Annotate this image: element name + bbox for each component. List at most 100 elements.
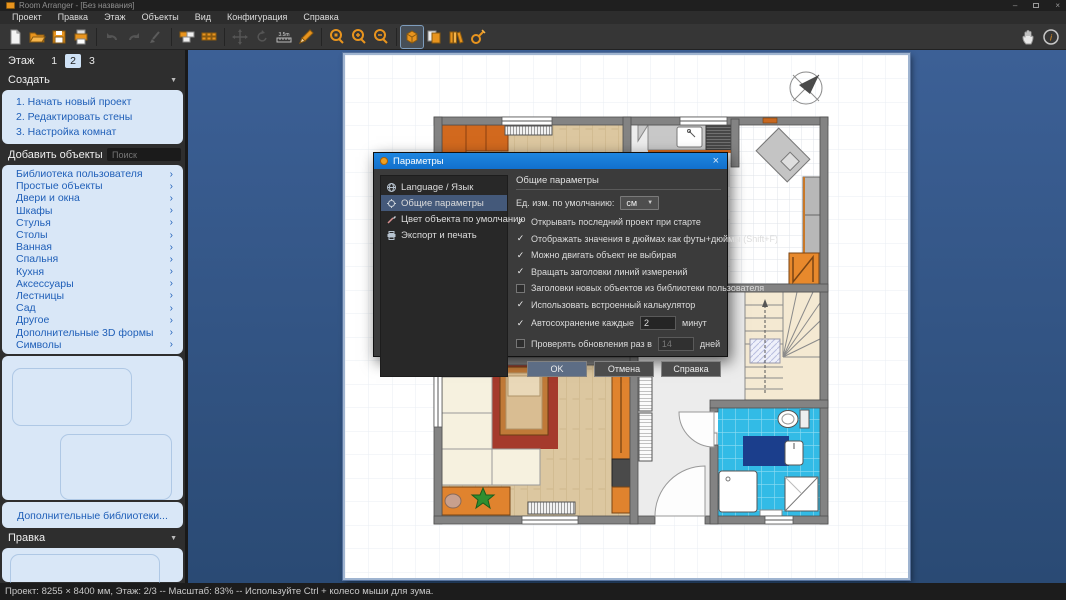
edit-panel (2, 548, 183, 582)
checkbox[interactable]: ✓ (516, 300, 525, 309)
floor-tab[interactable]: 3 (84, 54, 100, 68)
add-objects-header: Добавить объекты (0, 145, 185, 164)
tools-button[interactable] (467, 26, 489, 48)
category-label: Простые объекты (16, 180, 103, 192)
units-label: Ед. изм. по умолчанию: (516, 198, 614, 208)
print-button[interactable] (70, 26, 92, 48)
create-section-header[interactable]: Создать ▼ (0, 71, 185, 89)
dialog-title-bar[interactable]: Параметры × (374, 153, 727, 169)
nav-item-general[interactable]: Общие параметры (381, 195, 507, 211)
zoom-in-button[interactable] (348, 26, 370, 48)
create-step-link[interactable]: 3. Настройка комнат (2, 124, 183, 139)
object-library-button[interactable] (445, 26, 467, 48)
chevron-right-icon: › (170, 242, 173, 253)
measure-button[interactable]: 3.5m (273, 26, 295, 48)
close-icon[interactable]: × (1055, 2, 1060, 10)
category-item[interactable]: Столы › (2, 229, 183, 241)
category-item[interactable]: Дополнительные 3D формы › (2, 326, 183, 338)
zoom-window-button[interactable] (326, 26, 348, 48)
menu-item[interactable]: Объекты (134, 11, 187, 24)
info-icon[interactable]: i (1040, 26, 1062, 48)
open-project-button[interactable] (26, 26, 48, 48)
edit-walls-button[interactable] (176, 26, 198, 48)
cancel-button[interactable]: Отмена (594, 361, 654, 377)
option-row[interactable]: ✓ Можно двигать объект не выбирая (516, 250, 721, 260)
collapse-icon[interactable]: ▼ (170, 535, 177, 542)
floor-tab[interactable]: 2 (65, 54, 81, 68)
category-item[interactable]: Библиотека пользователя › (2, 168, 183, 180)
edit-section-header[interactable]: Правка ▼ (0, 529, 185, 547)
category-item[interactable]: Стулья › (2, 217, 183, 229)
orange-cabinet (789, 253, 819, 286)
checkbox[interactable]: ✓ (516, 251, 525, 260)
category-item[interactable]: Ванная › (2, 241, 183, 253)
help-button[interactable]: Справка (661, 361, 721, 377)
preferences-dialog: Параметры × Language / Язык Общие параме… (373, 152, 728, 357)
category-item[interactable]: Аксессуары › (2, 278, 183, 290)
units-dropdown[interactable]: см ▼ (620, 196, 659, 210)
menu-item[interactable]: Проект (4, 11, 50, 24)
tiles-button[interactable] (198, 26, 220, 48)
checkbox[interactable] (516, 339, 525, 348)
nav-item-export-print[interactable]: Экспорт и печать (381, 227, 507, 243)
more-libraries-link[interactable]: Дополнительные библиотеки... (17, 510, 168, 522)
ghost-shape (60, 434, 172, 500)
menu-item[interactable]: Конфигурация (219, 11, 295, 24)
copy-view-button[interactable] (423, 26, 445, 48)
category-item[interactable]: Шкафы › (2, 205, 183, 217)
save-button[interactable] (48, 26, 70, 48)
checkbox[interactable]: ✓ (516, 234, 525, 243)
close-icon[interactable]: × (711, 156, 721, 167)
zoom-out-button[interactable] (370, 26, 392, 48)
menu-item[interactable]: Правка (50, 11, 96, 24)
category-item[interactable]: Двери и окна › (2, 192, 183, 204)
autosave-row[interactable]: ✓ Автосохранение каждые минут (516, 316, 721, 330)
view-3d-button[interactable] (401, 26, 423, 48)
category-label: Аксессуары (16, 278, 74, 290)
option-row[interactable]: ✓ Использовать встроенный калькулятор (516, 300, 721, 310)
category-item[interactable]: Спальня › (2, 253, 183, 265)
option-row[interactable]: Заголовки новых объектов из библиотеки п… (516, 283, 721, 293)
menu-item[interactable]: Этаж (96, 11, 134, 24)
nav-item-default-color[interactable]: Цвет объекта по умолчанию (381, 211, 507, 227)
pan-hand-icon[interactable] (1018, 26, 1040, 48)
checkbox[interactable]: ✓ (516, 218, 525, 227)
menu-item[interactable]: Вид (187, 11, 219, 24)
menu-item[interactable]: Справка (295, 11, 346, 24)
floor-tab[interactable]: 1 (46, 54, 62, 68)
option-row[interactable]: ✓ Открывать последний проект при старте (516, 217, 721, 227)
minimize-icon[interactable]: – (1013, 2, 1017, 10)
collapse-icon[interactable]: ▼ (170, 77, 177, 84)
autosave-minutes-input[interactable] (640, 316, 676, 330)
ok-button[interactable]: OK (527, 361, 587, 377)
category-item[interactable]: Символы › (2, 339, 183, 351)
bath-mat (743, 436, 789, 466)
toilet (778, 411, 798, 428)
category-item[interactable]: Кухня › (2, 266, 183, 278)
shelf (639, 413, 652, 461)
checkbox[interactable]: ✓ (516, 319, 525, 328)
option-row[interactable]: ✓ Отображать значения в дюймах как футы+… (516, 234, 721, 244)
wardrobe (442, 377, 492, 485)
option-row[interactable]: ✓ Вращать заголовки линий измерений (516, 267, 721, 277)
create-step-link[interactable]: 2. Редактировать стены (2, 109, 183, 124)
dialog-title: Параметры (393, 156, 706, 167)
category-item[interactable]: Другое › (2, 314, 183, 326)
floor-selector: Этаж 123 (0, 50, 185, 71)
check-updates-row[interactable]: Проверять обновления раз в дней (516, 337, 721, 351)
category-item[interactable]: Простые объекты › (2, 180, 183, 192)
category-item[interactable]: Сад › (2, 302, 183, 314)
checkbox[interactable] (516, 284, 525, 293)
move-object-button (229, 26, 251, 48)
category-label: Дополнительные 3D формы (16, 327, 153, 339)
draw-pen-button[interactable] (295, 26, 317, 48)
chevron-right-icon: › (170, 339, 173, 350)
checkbox[interactable]: ✓ (516, 267, 525, 276)
category-label: Лестницы (16, 290, 64, 302)
new-project-button[interactable] (4, 26, 26, 48)
nav-item-language[interactable]: Language / Язык (381, 179, 507, 195)
category-item[interactable]: Лестницы › (2, 290, 183, 302)
create-step-link[interactable]: 1. Начать новый проект (2, 94, 183, 109)
search-input[interactable] (107, 148, 181, 161)
maximize-icon[interactable] (1033, 3, 1039, 8)
